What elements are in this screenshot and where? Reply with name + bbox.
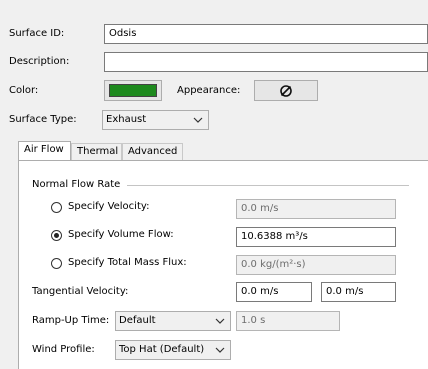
- volume-flow-input[interactable]: 10.6388 m³/s: [236, 227, 396, 247]
- surface-type-select[interactable]: Exhaust: [102, 110, 209, 130]
- color-swatch: [109, 84, 157, 97]
- ramp-up-time-input[interactable]: 1.0 s: [236, 311, 340, 331]
- chevron-down-icon: [215, 347, 225, 353]
- volume-flow-radio[interactable]: [51, 230, 62, 241]
- velocity-label: Specify Velocity:: [68, 201, 150, 212]
- ramp-up-select[interactable]: Default: [115, 311, 231, 331]
- tab-label: Thermal: [77, 146, 119, 157]
- tangential-velocity-label: Tangential Velocity:: [32, 286, 129, 297]
- appearance-button[interactable]: [254, 80, 318, 101]
- volume-flow-label: Specify Volume Flow:: [68, 229, 174, 240]
- chevron-down-icon: [215, 318, 225, 324]
- color-label: Color:: [9, 85, 39, 96]
- description-input[interactable]: [104, 52, 428, 72]
- surface-type-value: Exhaust: [106, 114, 147, 125]
- surface-id-label: Surface ID:: [9, 28, 65, 39]
- description-label: Description:: [9, 56, 70, 67]
- null-symbol-icon: [280, 85, 292, 97]
- surface-type-label: Surface Type:: [9, 114, 77, 125]
- mass-flux-input[interactable]: 0.0 kg/(m²·s): [236, 255, 396, 275]
- wind-profile-label: Wind Profile:: [32, 344, 95, 355]
- tangential-y-input[interactable]: 0.0 m/s: [321, 282, 396, 302]
- mass-flux-label: Specify Total Mass Flux:: [68, 257, 187, 268]
- tab-label: Advanced: [128, 146, 178, 157]
- tangential-x-input[interactable]: 0.0 m/s: [236, 282, 312, 302]
- color-swatch-button[interactable]: [104, 80, 162, 101]
- tab-thermal[interactable]: Thermal: [71, 143, 122, 161]
- group-divider: [127, 185, 409, 186]
- surface-id-input[interactable]: Odsis: [104, 24, 428, 44]
- chevron-down-icon: [193, 117, 203, 123]
- mass-flux-radio[interactable]: [51, 258, 62, 269]
- wind-profile-value: Top Hat (Default): [119, 344, 205, 355]
- radio-selected-dot: [54, 233, 59, 238]
- tab-label: Air Flow: [24, 144, 64, 155]
- velocity-input[interactable]: 0.0 m/s: [236, 199, 396, 219]
- appearance-label: Appearance:: [177, 85, 241, 96]
- tab-advanced[interactable]: Advanced: [122, 143, 183, 161]
- tab-air-flow[interactable]: Air Flow: [18, 141, 71, 161]
- normal-flow-rate-label: Normal Flow Rate: [32, 179, 121, 190]
- velocity-radio[interactable]: [51, 202, 62, 213]
- ramp-up-value: Default: [119, 315, 156, 326]
- wind-profile-select[interactable]: Top Hat (Default): [115, 340, 231, 360]
- ramp-up-time-label: Ramp-Up Time:: [32, 315, 110, 326]
